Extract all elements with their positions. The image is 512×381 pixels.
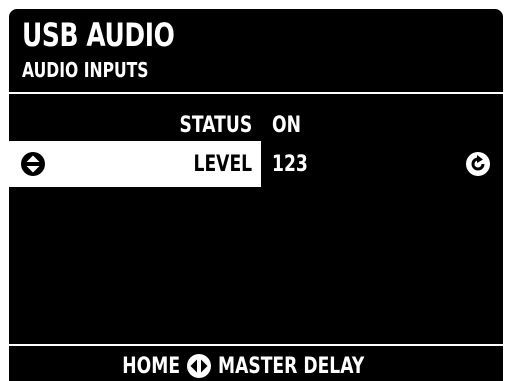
- header-divider: [9, 92, 503, 94]
- param-row-level[interactable]: LEVEL 123: [9, 141, 503, 187]
- device-screen: USB AUDIO AUDIO INPUTS STATUS ON LEVEL 1…: [9, 9, 503, 381]
- page-subtitle: AUDIO INPUTS: [22, 58, 149, 82]
- left-right-arrows-icon[interactable]: [186, 353, 212, 379]
- param-value-level: 123: [272, 151, 308, 177]
- footer-divider: [9, 344, 503, 346]
- footer-next-label[interactable]: MASTER DELAY: [218, 354, 364, 379]
- footer-nav: HOME MASTER DELAY: [9, 349, 503, 381]
- refresh-icon[interactable]: [465, 151, 491, 177]
- footer-prev-label[interactable]: HOME: [122, 354, 180, 379]
- param-label-level: LEVEL: [193, 151, 252, 177]
- up-down-arrows-icon[interactable]: [20, 151, 46, 177]
- page-title: USB AUDIO: [22, 16, 175, 54]
